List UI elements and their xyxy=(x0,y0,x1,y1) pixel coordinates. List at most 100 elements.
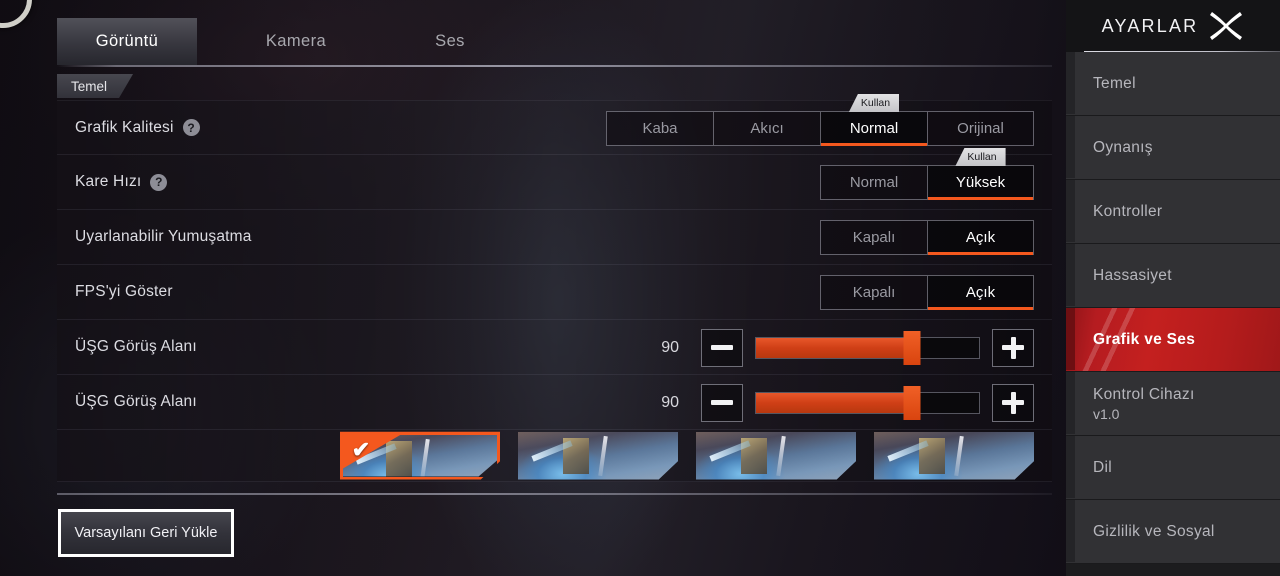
row-usg-gorus-alani-2-control: 90 xyxy=(639,375,1034,430)
seg-kaba-label: Kaba xyxy=(642,120,678,137)
slider-thumb-1[interactable] xyxy=(903,330,921,365)
help-icon[interactable]: ? xyxy=(182,119,200,136)
plus-icon-vertical xyxy=(1010,336,1016,359)
row-grafik-kalitesi-label-group: Grafik Kalitesi ? xyxy=(75,119,200,137)
footer-divider xyxy=(57,493,1052,495)
main-content: Görüntü Kamera Ses Temel Grafik Kalitesi… xyxy=(0,0,1066,576)
slider-track-2[interactable] xyxy=(755,385,980,420)
thumbnail-image xyxy=(696,431,856,480)
seg-orijinal[interactable]: Orijinal xyxy=(927,111,1034,146)
restore-defaults-label: Varsayılanı Geri Yükle xyxy=(74,525,218,541)
settings-sidebar: AYARLAR Temel Oynanış Kontroller Hassasi… xyxy=(1066,0,1280,576)
sidebar-item-kontroller[interactable]: Kontroller xyxy=(1066,180,1280,244)
row-uyarlanabilir-yumusatma-control: Kapalı Açık xyxy=(820,210,1034,265)
segmented-kare-hizi: Normal Kullan Yüksek xyxy=(820,148,1034,200)
restore-defaults-button[interactable]: Varsayılanı Geri Yükle xyxy=(58,509,234,557)
sidebar-item-gizlilik-ve-sosyal[interactable]: Gizlilik ve Sosyal xyxy=(1066,500,1280,564)
tab-kamera-label: Kamera xyxy=(265,32,327,50)
seg-fps-kapali[interactable]: Kapalı xyxy=(820,275,927,310)
thumbnail-item[interactable]: ✔ xyxy=(340,431,500,480)
row-kare-hizi-control: Normal Kullan Yüksek xyxy=(820,148,1034,210)
sidebar-item-label: Hassasiyet xyxy=(1093,266,1172,284)
sidebar-item-label: Temel xyxy=(1093,74,1136,92)
row-usg-gorus-alani-1-label-group: ÜŞG Görüş Alanı xyxy=(75,338,197,356)
tab-bar-divider xyxy=(57,65,1052,67)
thumbnail-image xyxy=(874,431,1034,480)
row-usg-gorus-alani-2: ÜŞG Görüş Alanı 90 xyxy=(57,375,1052,430)
row-fps-goster-label: FPS'yi Göster xyxy=(75,283,173,300)
decrement-button-1[interactable] xyxy=(701,328,743,367)
tab-bar: Görüntü Kamera Ses xyxy=(57,18,1052,68)
help-icon[interactable]: ? xyxy=(150,173,168,191)
sidebar-item-label: Grafik ve Ses xyxy=(1093,330,1196,348)
tab-ses-label: Ses xyxy=(435,32,465,50)
sub-tab-bar: Temel xyxy=(57,74,1052,98)
settings-rows: Grafik Kalitesi ? Kaba Akıcı Kullan Norm… xyxy=(57,94,1052,482)
thumbnail-item[interactable] xyxy=(518,431,678,480)
seg-normal[interactable]: Kullan Normal xyxy=(820,94,927,146)
tab-kamera[interactable]: Kamera xyxy=(233,18,359,65)
plus-icon-vertical xyxy=(1010,391,1016,414)
seg-kare-yuksek-label: Yüksek xyxy=(955,174,1006,191)
row-usg-gorus-alani-1: ÜŞG Görüş Alanı 90 xyxy=(57,320,1052,375)
row-usg-gorus-alani-2-label-group: ÜŞG Görüş Alanı xyxy=(75,393,197,411)
seg-kare-normal[interactable]: Normal xyxy=(820,165,927,200)
row-grafik-kalitesi: Grafik Kalitesi ? Kaba Akıcı Kullan Norm… xyxy=(57,94,1052,155)
close-x-icon[interactable] xyxy=(1208,10,1244,42)
sub-tab-temel[interactable]: Temel xyxy=(57,74,133,98)
seg-uy-acik[interactable]: Açık xyxy=(927,220,1034,255)
segmented-fps-goster: Kapalı Açık xyxy=(820,275,1034,310)
seg-kare-yuksek[interactable]: Kullan Yüksek xyxy=(927,148,1034,200)
increment-button-2[interactable] xyxy=(992,383,1034,422)
sidebar-item-grafik-ve-ses[interactable]: Grafik ve Ses xyxy=(1066,308,1280,372)
minus-icon xyxy=(711,400,733,405)
tab-goruntu[interactable]: Görüntü xyxy=(57,18,197,65)
row-fps-goster-control: Kapalı Açık xyxy=(820,265,1034,320)
row-kare-hizi-label: Kare Hızı xyxy=(75,173,142,190)
minus-icon xyxy=(711,345,733,350)
sidebar-item-oynanis[interactable]: Oynanış xyxy=(1066,116,1280,180)
decrement-button-2[interactable] xyxy=(701,383,743,422)
tab-ses[interactable]: Ses xyxy=(397,18,503,65)
seg-akici-label: Akıcı xyxy=(750,120,784,137)
sidebar-item-hassasiyet[interactable]: Hassasiyet xyxy=(1066,244,1280,308)
seg-kaba[interactable]: Kaba xyxy=(606,111,713,146)
seg-normal-label: Normal xyxy=(849,120,899,137)
sidebar-header: AYARLAR xyxy=(1066,0,1280,52)
segmented-grafik-kalitesi: Kaba Akıcı Kullan Normal Orijinal xyxy=(606,94,1034,146)
seg-fps-acik[interactable]: Açık xyxy=(927,275,1034,310)
sidebar-item-label: Kontrol Cihazı xyxy=(1093,385,1195,403)
sub-tab-temel-label: Temel xyxy=(71,78,108,94)
seg-kare-normal-label: Normal xyxy=(849,174,899,191)
sidebar-item-label: Gizlilik ve Sosyal xyxy=(1093,522,1215,540)
sidebar-item-temel[interactable]: Temel xyxy=(1066,52,1280,116)
row-fps-goster-label-group: FPS'yi Göster xyxy=(75,283,173,301)
sidebar-item-dil[interactable]: Dil xyxy=(1066,436,1280,500)
sidebar-item-label: Dil xyxy=(1093,458,1112,476)
row-usg-gorus-alani-2-label: ÜŞG Görüş Alanı xyxy=(75,393,197,410)
seg-fps-acik-label: Açık xyxy=(965,284,996,301)
seg-akici[interactable]: Akıcı xyxy=(713,111,820,146)
row-uyarlanabilir-yumusatma-label: Uyarlanabilir Yumuşatma xyxy=(75,228,252,245)
increment-button-1[interactable] xyxy=(992,328,1034,367)
slider-track-1[interactable] xyxy=(755,330,980,365)
thumbnail-item[interactable] xyxy=(696,431,856,480)
tab-goruntu-label: Görüntü xyxy=(95,32,159,50)
thumbnail-item[interactable] xyxy=(874,431,1034,480)
seg-uy-kapali[interactable]: Kapalı xyxy=(820,220,927,255)
sidebar-item-kontrol-cihazi[interactable]: Kontrol Cihazı v1.0 xyxy=(1066,372,1280,436)
row-usg-gorus-alani-1-control: 90 xyxy=(639,320,1034,375)
row-kare-hizi: Kare Hızı ? Normal Kullan Yüksek xyxy=(57,148,1052,210)
slider-fill-2 xyxy=(756,392,913,413)
slider-value-2: 90 xyxy=(661,393,679,411)
row-fps-goster: FPS'yi Göster Kapalı Açık xyxy=(57,265,1052,320)
slider-group-2: 90 xyxy=(639,383,1034,422)
sidebar-item-label: Kontroller xyxy=(1093,202,1163,220)
row-uyarlanabilir-yumusatma-label-group: Uyarlanabilir Yumuşatma xyxy=(75,228,252,246)
checkmark-icon: ✔ xyxy=(351,436,371,462)
sidebar-item-version: v1.0 xyxy=(1093,405,1120,422)
sidebar-title: AYARLAR xyxy=(1101,15,1199,36)
slider-fill-1 xyxy=(756,337,913,358)
row-grafik-kalitesi-label: Grafik Kalitesi xyxy=(75,118,174,136)
slider-thumb-2[interactable] xyxy=(903,385,921,420)
